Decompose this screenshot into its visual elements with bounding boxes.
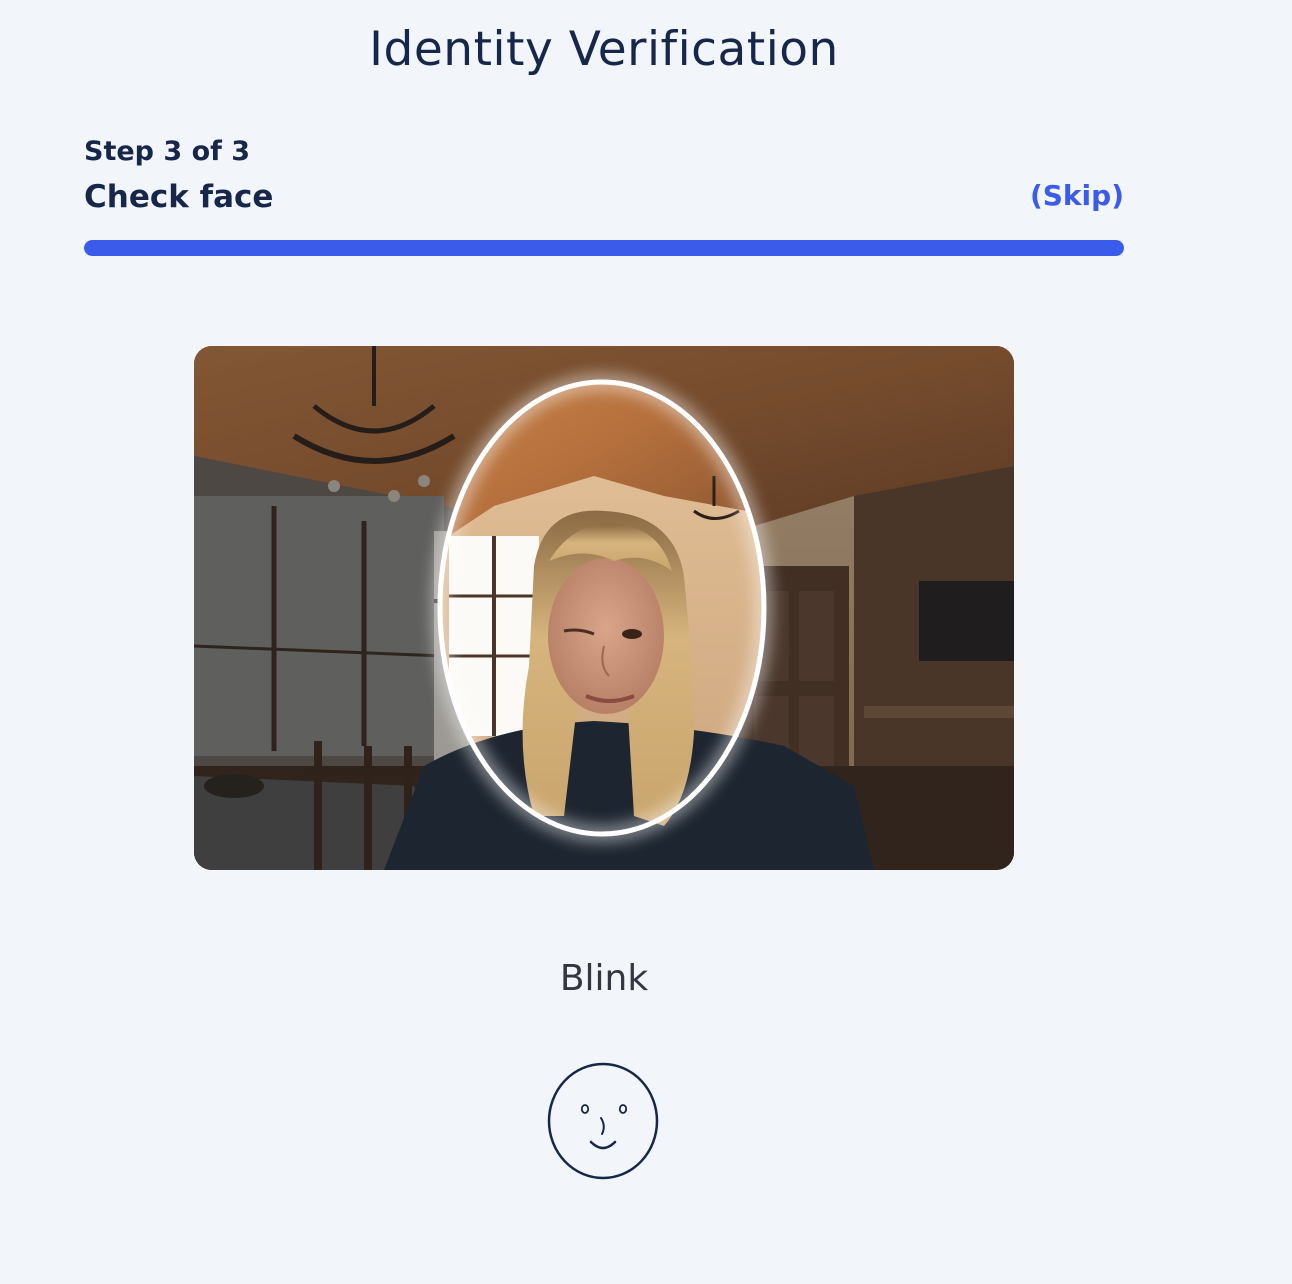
instruction-text: Blink xyxy=(559,958,649,999)
camera-preview xyxy=(194,346,1014,870)
step-counter: Step 3 of 3 xyxy=(84,136,251,167)
step-header: Step 3 of 3 Check face (Skip) xyxy=(84,132,1124,222)
page-title: Identity Verification xyxy=(369,22,839,77)
step-name: Check face xyxy=(84,179,274,215)
progress-bar xyxy=(84,240,1124,256)
progress-bar-fill xyxy=(84,240,1124,256)
smiling-face-icon xyxy=(544,1060,662,1182)
camera-feed-image xyxy=(194,346,1014,870)
skip-button[interactable]: (Skip) xyxy=(1030,174,1124,218)
